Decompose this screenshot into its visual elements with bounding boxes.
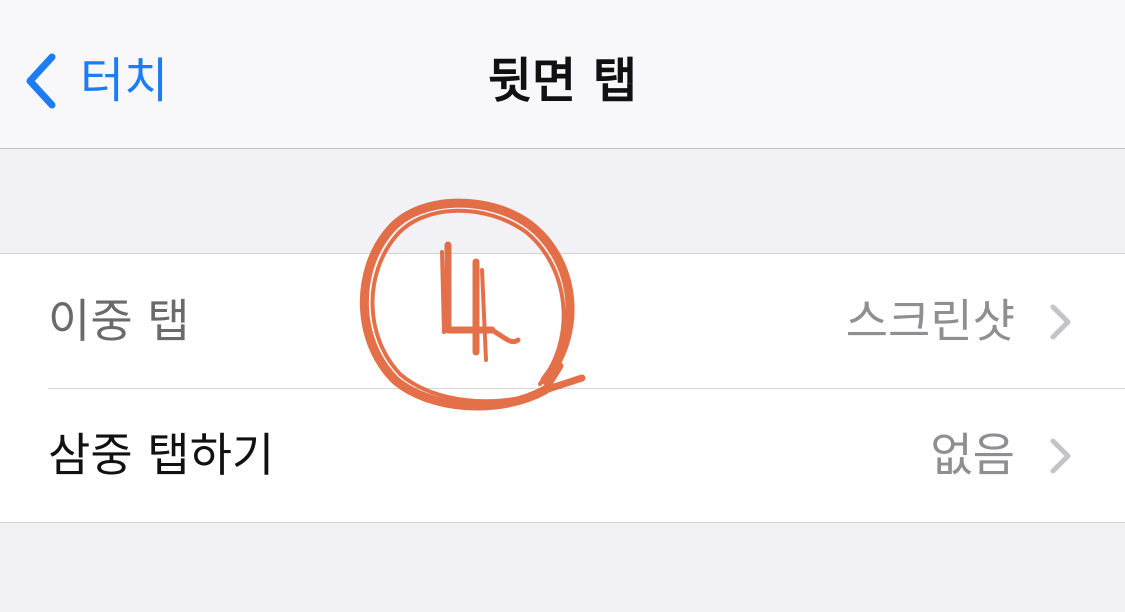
row-value: 스크린샷 — [845, 294, 1015, 348]
back-tap-settings-screen: 터치 뒷면 탭 이중 탭 스크린샷 삼중 탭하기 없음 — [0, 0, 1125, 612]
setting-row-double-tap[interactable]: 이중 탭 스크린샷 — [0, 254, 1125, 389]
chevron-right-icon — [1049, 303, 1073, 345]
navigation-bar: 터치 뒷면 탭 — [0, 0, 1125, 149]
page-title: 뒷면 탭 — [487, 53, 638, 109]
setting-row-triple-tap[interactable]: 삼중 탭하기 없음 — [0, 388, 1125, 522]
row-label: 삼중 탭하기 — [48, 428, 275, 482]
row-label: 이중 탭 — [48, 294, 190, 348]
settings-group: 이중 탭 스크린샷 삼중 탭하기 없음 — [0, 253, 1125, 523]
row-value: 없음 — [930, 428, 1015, 482]
chevron-right-icon — [1049, 437, 1073, 479]
